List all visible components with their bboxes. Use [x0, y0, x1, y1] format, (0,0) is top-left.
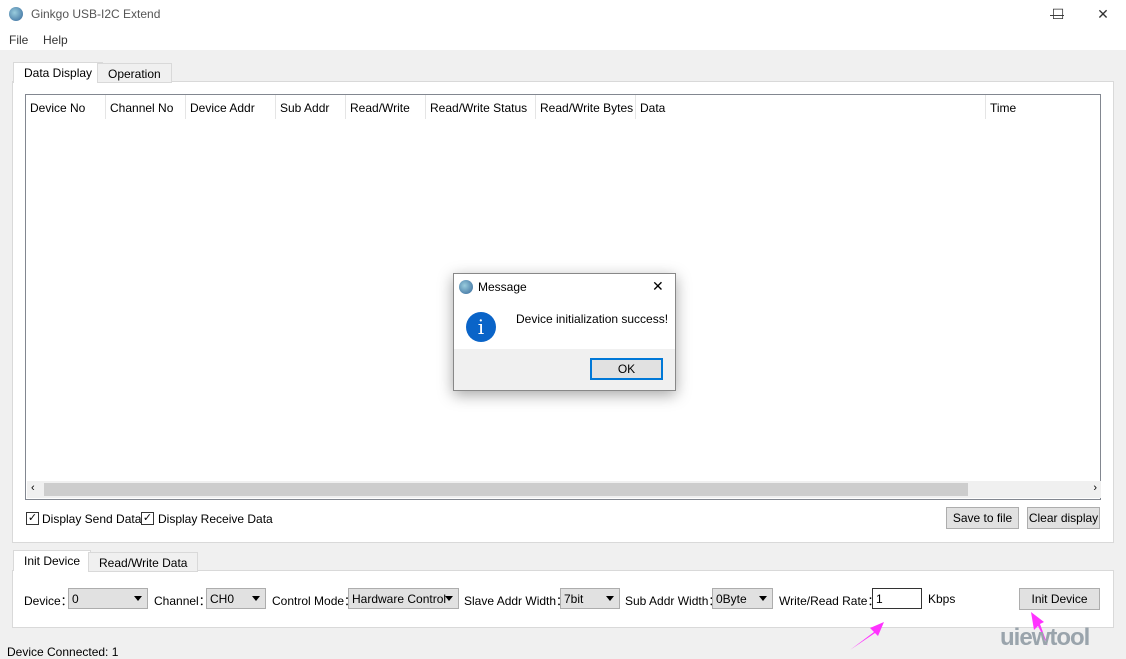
display-send-checkbox[interactable]: ✓	[26, 512, 39, 525]
close-button[interactable]: ✕	[1080, 0, 1126, 28]
title-bar	[0, 0, 1126, 28]
device-value: 0	[72, 592, 79, 606]
col-read-write[interactable]: Read/Write	[346, 95, 426, 119]
slave-addr-width-label: Slave Addr Width：	[464, 594, 569, 608]
dialog-title: Message	[478, 280, 527, 294]
device-label: Device：	[24, 594, 73, 608]
col-status[interactable]: Read/Write Status	[426, 95, 536, 119]
tab-init-device[interactable]: Init Device	[13, 550, 92, 571]
sub-addr-width-select[interactable]: 0Byte	[712, 588, 773, 609]
scroll-right-icon[interactable]: ›	[1093, 482, 1097, 494]
app-icon	[9, 7, 23, 21]
control-mode-select[interactable]: Hardware Control	[348, 588, 459, 609]
rate-unit: Kbps	[928, 592, 956, 606]
display-send-label: Display Send Data	[42, 512, 142, 526]
status-bar-text: Device Connected: 1	[7, 645, 119, 659]
chevron-down-icon	[606, 596, 614, 601]
chevron-down-icon	[134, 596, 142, 601]
ok-button[interactable]: OK	[590, 358, 663, 380]
rate-label: Write/Read Rate：	[779, 594, 880, 608]
tab-read-write-data[interactable]: Read/Write Data	[88, 552, 199, 572]
arrow-annotation-icon	[850, 622, 884, 650]
watermark-logo: uiewtool	[1000, 624, 1090, 652]
menu-bar	[0, 28, 1126, 50]
menu-help[interactable]: Help	[43, 33, 68, 47]
device-select[interactable]: 0	[68, 588, 148, 609]
chevron-down-icon	[445, 596, 453, 601]
rate-input[interactable]: 1	[872, 588, 922, 609]
display-receive-checkbox[interactable]: ✓	[141, 512, 154, 525]
col-data[interactable]: Data	[636, 95, 986, 119]
slave-addr-width-value: 7bit	[564, 592, 584, 606]
col-time[interactable]: Time	[986, 95, 1100, 119]
control-mode-label: Control Mode：	[272, 594, 357, 608]
scroll-left-icon[interactable]: ‹	[31, 482, 35, 494]
dialog-message: Device initialization success!	[516, 312, 669, 326]
window-title: Ginkgo USB-I2C Extend	[31, 7, 161, 21]
chevron-down-icon	[759, 596, 767, 601]
init-device-button[interactable]: Init Device	[1019, 588, 1100, 610]
save-to-file-button[interactable]: Save to file	[946, 507, 1019, 529]
display-receive-label: Display Receive Data	[158, 512, 273, 526]
channel-value: CH0	[210, 592, 235, 606]
watermark-text: uiewtool	[1000, 624, 1090, 651]
message-dialog: Message ✕ i Device initialization succes…	[453, 273, 676, 391]
slave-addr-width-select[interactable]: 7bit	[560, 588, 620, 609]
channel-select[interactable]: CH0	[206, 588, 266, 609]
horizontal-scrollbar[interactable]: ‹ ›	[27, 481, 1101, 498]
col-device-addr[interactable]: Device Addr	[186, 95, 276, 119]
control-mode-value: Hardware Control	[352, 592, 447, 606]
maximize-button[interactable]: ☐	[1035, 0, 1081, 28]
clear-display-button[interactable]: Clear display	[1027, 507, 1100, 529]
sub-addr-width-label: Sub Addr Width：	[625, 594, 721, 608]
menu-file[interactable]: File	[9, 33, 28, 47]
chevron-down-icon	[252, 596, 260, 601]
tab-data-display[interactable]: Data Display	[13, 62, 104, 83]
col-channel-no[interactable]: Channel No	[106, 95, 186, 119]
dialog-close-button[interactable]: ✕	[652, 278, 664, 295]
dialog-app-icon	[459, 280, 473, 294]
col-device-no[interactable]: Device No	[26, 95, 106, 119]
col-sub-addr[interactable]: Sub Addr	[276, 95, 346, 119]
scrollbar-thumb[interactable]	[44, 483, 968, 496]
sub-addr-width-value: 0Byte	[716, 592, 747, 606]
tab-operation[interactable]: Operation	[97, 63, 172, 83]
col-bytes[interactable]: Read/Write Bytes	[536, 95, 636, 119]
info-icon: i	[466, 312, 496, 342]
channel-label: Channel：	[154, 594, 211, 608]
